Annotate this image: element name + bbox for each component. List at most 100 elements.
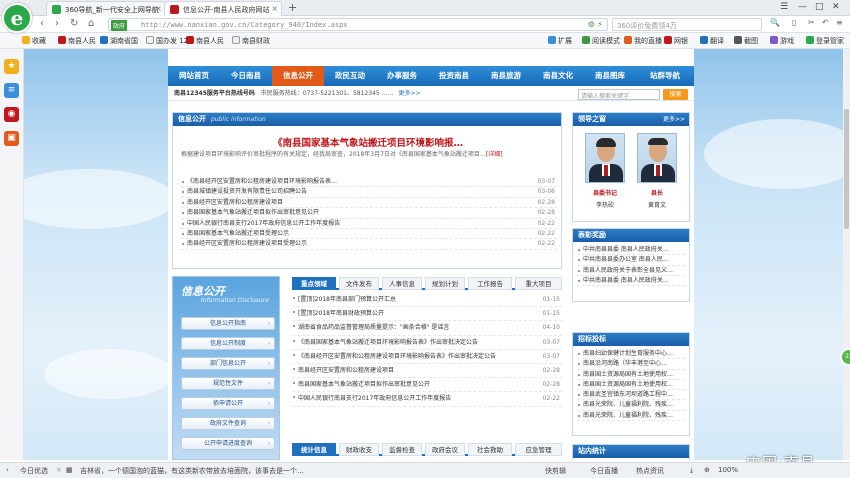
nav-invest[interactable]: 投资南县 xyxy=(428,66,480,86)
cut-icon[interactable]: ✂ xyxy=(808,18,815,27)
tab-supervision[interactable]: 监督检查 xyxy=(382,443,422,456)
search-icon[interactable]: 🔍 xyxy=(770,18,780,27)
list-item[interactable]: 南县沿河南路（华丰港至中心… xyxy=(577,359,685,370)
list-item[interactable]: [置顶]2018年南县财政预算公开 01-15 xyxy=(292,307,562,322)
reload-icon[interactable]: ↻ xyxy=(70,18,78,29)
undo-icon[interactable]: ↶ xyxy=(822,18,829,27)
tab-key-areas[interactable]: 重点领域 xyxy=(292,277,336,290)
gov-docs-search-button[interactable]: 政府文件查询 xyxy=(181,417,275,430)
bookmark-item[interactable]: 南县财政 xyxy=(232,36,270,46)
tab-relief[interactable]: 社会救助 xyxy=(468,443,512,456)
live-button[interactable]: 今日直播 xyxy=(590,466,618,476)
tab-emergency[interactable]: 应急管理 xyxy=(515,443,562,456)
reader-mode-button[interactable]: 阅读模式 xyxy=(582,36,620,46)
list-item[interactable]: 中共南县县委 南县人民政府关… xyxy=(577,245,685,256)
translate-button[interactable]: 翻译 xyxy=(700,36,724,46)
browser-logo[interactable]: e xyxy=(2,3,32,33)
scrollbar-thumb[interactable] xyxy=(844,109,849,229)
nav-services[interactable]: 办事服务 xyxy=(376,66,428,86)
leader-card[interactable]: 县委书记 李热砍 xyxy=(583,133,627,209)
list-item[interactable]: [置顶]2018年南县部门预算公开汇总 01-15 xyxy=(292,293,562,308)
login-button[interactable]: 登录管家 xyxy=(806,36,844,46)
bookmark-favorites[interactable]: 收藏 xyxy=(22,36,46,46)
nav-interaction[interactable]: 政民互动 xyxy=(324,66,376,86)
scrollbar[interactable] xyxy=(843,49,850,460)
games-button[interactable]: 游戏 xyxy=(770,36,794,46)
list-item[interactable]: 南县城镇建设投资开发有限责任公司招聘公告 03-06 xyxy=(181,187,557,198)
back-icon[interactable]: ‹ xyxy=(40,18,44,29)
list-item[interactable]: 中国人民银行南县支行2017年政府信息公开工作年度报告 02-22 xyxy=(292,392,562,407)
url-text[interactable]: http://www.nanxian.gov.cn/Category_940/I… xyxy=(141,21,348,29)
app-icon[interactable]: ▣ xyxy=(4,131,19,146)
bank-button[interactable]: 网银 xyxy=(664,36,688,46)
tab-projects[interactable]: 重大项目 xyxy=(515,277,562,290)
weibo-icon[interactable]: ◉ xyxy=(4,107,19,122)
bookmark-item[interactable]: 南县人民 xyxy=(58,36,96,46)
phone-icon[interactable]: ▯ xyxy=(792,18,796,27)
leader-card[interactable]: 县长 黄育文 xyxy=(635,133,679,209)
list-item[interactable]: 南县人民政府关于表彰全县见义… xyxy=(577,266,685,276)
prev-arrow-icon[interactable]: ‹ xyxy=(6,466,9,474)
close-icon[interactable]: × xyxy=(271,4,278,13)
nav-tourism[interactable]: 南县旅游 xyxy=(480,66,532,86)
disclosure-guide-button[interactable]: 信息公开指南 xyxy=(181,317,275,330)
new-tab-button[interactable]: + xyxy=(288,1,297,14)
home-icon[interactable]: ⌂ xyxy=(88,18,94,29)
browser-search-input[interactable]: 360评价免费领4万 xyxy=(612,18,762,31)
list-item[interactable]: 中共南县县委办公室 南县人民… xyxy=(577,255,685,266)
tab-documents[interactable]: 文件发布 xyxy=(339,277,379,290)
list-icon[interactable]: ≡ xyxy=(4,83,19,98)
nav-info[interactable]: 信息公开 xyxy=(272,66,324,86)
list-item[interactable]: 南县经开区安置房和公租房建设项目 02-28 xyxy=(292,364,562,379)
zoom-level[interactable]: 100% xyxy=(718,466,738,474)
zoom-icon[interactable]: ⊕ xyxy=(704,466,710,474)
close-icon[interactable]: × xyxy=(155,4,162,13)
list-item[interactable]: 中共南县县委 南县人民政府关… xyxy=(577,276,685,287)
tab-statistics[interactable]: 统计信息 xyxy=(292,443,336,456)
list-item[interactable]: 南县国土资源局国有土地使用权… xyxy=(577,380,685,391)
nav-today[interactable]: 今日南县 xyxy=(220,66,272,86)
extensions-button[interactable]: 扩展 xyxy=(548,36,572,46)
disclosure-rules-button[interactable]: 信息公开制度 xyxy=(181,337,275,350)
screenshot-button[interactable]: 截图 xyxy=(734,36,758,46)
maximize-icon[interactable]: □ xyxy=(815,2,824,12)
tab-finance[interactable]: 财政收支 xyxy=(339,443,379,456)
list-item[interactable]: 南县国家基本气象站搬迁项目拟作出审批意见公开 02-28 xyxy=(292,378,562,393)
bookmark-item[interactable]: 南县人民 xyxy=(186,36,224,46)
list-item[interactable]: 湖南省食品药品监督管理局质量提示："画条合格" 是谣言 04-10 xyxy=(292,321,562,336)
hotline-more-link[interactable]: 更多>> xyxy=(399,90,421,97)
security-icon[interactable]: ⚙ ⚡ xyxy=(588,20,603,29)
forward-icon[interactable]: › xyxy=(55,18,59,29)
list-item[interactable]: 中国人民银行南县支行2017年政府信息公开工作年度报告 02-22 xyxy=(181,219,557,229)
request-disclosure-button[interactable]: 依申请公开 xyxy=(181,397,275,410)
list-item[interactable]: 南县光荣院、儿童福利院、残疾… xyxy=(577,400,685,411)
nav-gallery[interactable]: 南县图库 xyxy=(584,66,636,86)
list-item[interactable]: 南县国家基本气象站搬迁项目受理公示 02-22 xyxy=(181,229,557,240)
menu-icon[interactable]: ≡ xyxy=(836,18,843,27)
bookmark-item[interactable]: 湖南省国 xyxy=(100,36,138,46)
minimize-icon[interactable]: — xyxy=(798,2,807,12)
list-item[interactable]: 《南县经开区安置房和公租房建设项目环境影响报告表》作出审批决定公告 03-07 xyxy=(292,350,562,364)
site-search-input[interactable]: 请输入搜索关键字 xyxy=(578,89,660,100)
hot-news-button[interactable]: 热点资讯 xyxy=(636,466,664,476)
list-item[interactable]: 南县光荣院、儿童福利院、残疾… xyxy=(577,411,685,422)
normative-docs-button[interactable]: 规范性文件 xyxy=(181,377,275,390)
nav-sites[interactable]: 站群导航 xyxy=(636,66,694,86)
list-item[interactable]: 南县国土资源局国有土地使用权… xyxy=(577,370,685,380)
tab-reports[interactable]: 工作报告 xyxy=(468,277,512,290)
request-progress-button[interactable]: 公开申请进度查询 xyxy=(181,437,275,450)
list-item[interactable]: 《南县经开区安置房和公租房建设项目环境影响报告表… 03-07 xyxy=(181,177,557,188)
browser-tab-360[interactable]: 360导航_新一代安全上网导航 × xyxy=(46,1,166,16)
today-picks[interactable]: 今日优选 xyxy=(20,466,48,476)
nav-culture[interactable]: 南县文化 xyxy=(532,66,584,86)
download-icon[interactable]: ⤓ xyxy=(690,466,693,475)
nav-home[interactable]: 网站首页 xyxy=(168,66,220,86)
list-item[interactable]: 南县国家基本气象站搬迁项目拟作出审批意见公开 02-28 xyxy=(181,208,557,219)
tab-meetings[interactable]: 政府会议 xyxy=(425,443,465,456)
leaders-more-link[interactable]: 更多>> xyxy=(663,113,685,126)
list-item[interactable]: 南县经开区安置房和公租房建设项目 02-28 xyxy=(181,198,557,209)
department-disclosure-button[interactable]: 部门信息公开 xyxy=(181,357,275,370)
site-search-button[interactable]: 搜索 xyxy=(663,89,688,100)
close-icon[interactable]: × xyxy=(56,466,62,474)
video-edit-button[interactable]: 快剪辑 xyxy=(545,466,566,476)
